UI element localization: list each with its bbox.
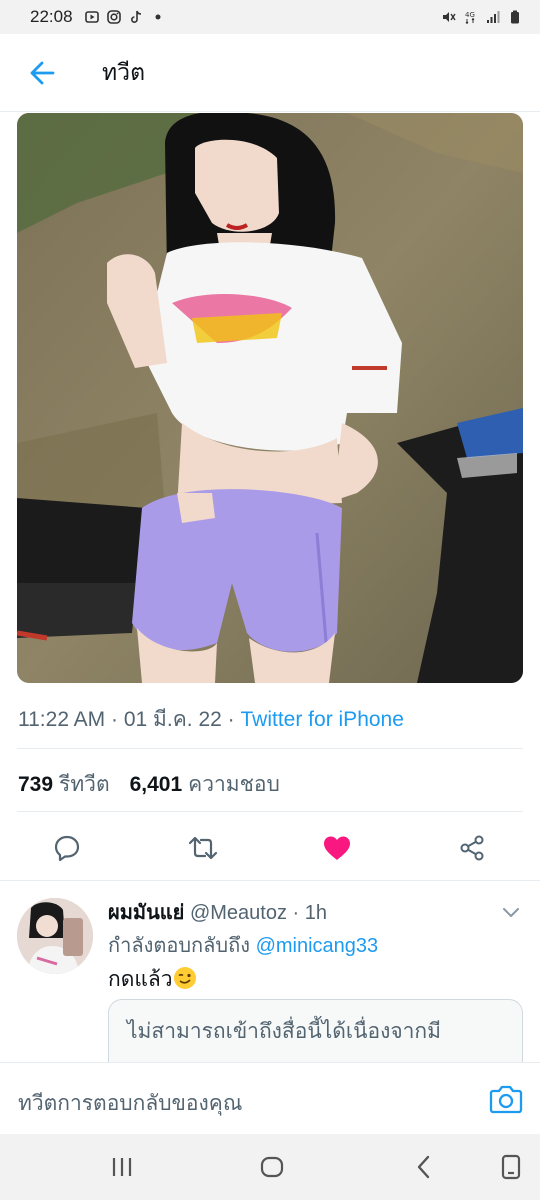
avatar-illustration <box>17 898 93 974</box>
photo-illustration <box>17 113 523 683</box>
reply-separator: · <box>292 902 300 924</box>
heart-icon <box>324 836 350 860</box>
mute-icon <box>443 12 456 22</box>
divider <box>17 748 523 749</box>
dot-icon <box>155 14 161 20</box>
reply-text-content: กดแล้ว <box>108 968 173 991</box>
reply-menu-button[interactable] <box>498 902 524 922</box>
like-button[interactable] <box>321 832 353 864</box>
tweet-source-link[interactable]: Twitter for iPhone <box>241 708 404 731</box>
replying-to: กำลังตอบกลับถึง @minicang33 <box>108 929 378 961</box>
status-bar: 22:08 4G <box>0 0 540 34</box>
tweet-photo[interactable] <box>17 113 523 683</box>
share-button[interactable] <box>456 832 488 864</box>
home-button[interactable] <box>259 1154 285 1180</box>
media-unavailable-text: ไม่สามารถเข้าถึงสื่อนี้ได้เนื่องจากมี <box>127 1020 441 1043</box>
camera-button[interactable] <box>489 1083 523 1115</box>
keyboard-button[interactable] <box>498 1154 524 1180</box>
reply-text: กดแล้ว <box>108 963 197 996</box>
status-time: 22:08 <box>30 7 73 26</box>
status-right-icons: 4G <box>442 10 522 24</box>
winking-face-emoji-icon <box>173 967 196 989</box>
reply-button[interactable] <box>51 832 83 864</box>
reply-author-name[interactable]: ผมมันแย่ <box>108 902 184 924</box>
likes-count[interactable]: 6,401 <box>130 773 183 797</box>
retweets-count[interactable]: 739 <box>18 773 53 797</box>
system-nav-bar <box>0 1134 540 1200</box>
app-header: ทวีต <box>0 34 540 112</box>
back-nav-button[interactable] <box>411 1154 437 1180</box>
arrow-left-icon <box>30 61 55 84</box>
reply-author-handle[interactable]: @Meautoz <box>190 902 287 924</box>
likes-label[interactable]: ความชอบ <box>188 768 280 801</box>
instagram-icon <box>106 10 121 24</box>
meta-separator: · <box>227 708 235 731</box>
svg-text:4G: 4G <box>465 11 475 19</box>
back-button[interactable] <box>22 53 62 93</box>
back-icon <box>417 1155 430 1179</box>
tweet-date: 01 มี.ค. 22 <box>123 708 222 731</box>
signal-icon <box>487 11 500 23</box>
battery-icon <box>511 10 519 24</box>
camera-icon <box>489 1085 523 1114</box>
reply-tweet[interactable]: ผมมันแย่ @Meautoz · 1h กำลังตอบกลับถึง @… <box>0 882 540 1062</box>
status-left-icons <box>84 10 165 24</box>
tweet-action-bar <box>0 824 540 870</box>
play-icon <box>84 11 99 23</box>
4g-icon: 4G <box>465 11 475 24</box>
media-unavailable-card[interactable]: ไม่สามารถเข้าถึงสื่อนี้ได้เนื่องจากมี <box>108 999 523 1062</box>
home-icon <box>260 1156 284 1178</box>
replying-to-label: กำลังตอบกลับถึง <box>108 935 250 957</box>
chevron-down-icon <box>503 908 519 917</box>
tweet-stats: 739 รีทวีต 6,401 ความชอบ <box>18 768 294 801</box>
compose-input[interactable]: ทวีตการตอบกลับของคุณ <box>18 1087 242 1120</box>
avatar[interactable] <box>17 898 93 974</box>
retweet-icon <box>188 836 218 860</box>
divider <box>17 811 523 812</box>
tiktok-icon <box>130 10 141 23</box>
compose-reply-bar[interactable]: ทวีตการตอบกลับของคุณ <box>0 1062 540 1134</box>
reply-icon <box>54 835 80 862</box>
meta-separator: · <box>111 708 119 731</box>
keyboard-icon <box>501 1154 521 1180</box>
divider <box>0 880 540 881</box>
tweet-timestamp: 11:22 AM · 01 มี.ค. 22 · Twitter for iPh… <box>18 703 404 736</box>
reply-header: ผมมันแย่ @Meautoz · 1h <box>108 896 327 928</box>
retweets-label[interactable]: รีทวีต <box>59 768 110 801</box>
recents-icon <box>112 1158 132 1176</box>
replying-to-handle[interactable]: @minicang33 <box>256 935 379 957</box>
tweet-time: 11:22 AM <box>18 708 106 731</box>
reply-time: 1h <box>304 902 327 924</box>
page-title: ทวีต <box>102 58 146 85</box>
retweet-button[interactable] <box>187 832 219 864</box>
recents-button[interactable] <box>109 1154 135 1180</box>
share-icon <box>460 835 484 861</box>
